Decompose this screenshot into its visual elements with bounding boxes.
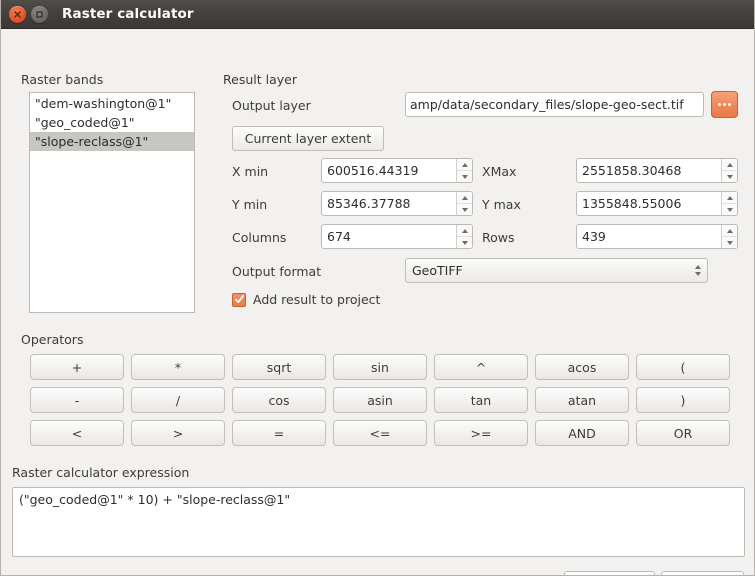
- x-min-spin-buttons[interactable]: [456, 159, 472, 182]
- columns-spin-buttons[interactable]: [456, 225, 472, 248]
- raster-bands-group-label: Raster bands: [21, 72, 104, 87]
- cancel-button[interactable]: Cancel: [564, 571, 655, 575]
- operators-group-label: Operators: [21, 332, 84, 347]
- operator-button-or[interactable]: OR: [636, 420, 730, 446]
- operator-button-acos[interactable]: acos: [535, 354, 629, 380]
- close-icon[interactable]: [9, 5, 26, 23]
- y-min-spin-buttons[interactable]: [456, 192, 472, 215]
- columns-spinbox[interactable]: [321, 224, 473, 249]
- browse-output-button[interactable]: [711, 91, 738, 118]
- y-max-spin-buttons[interactable]: [721, 192, 737, 215]
- rows-input[interactable]: [577, 225, 721, 248]
- operator-button-sin[interactable]: sin: [333, 354, 427, 380]
- add-result-checkbox-row[interactable]: Add result to project: [232, 292, 380, 307]
- ellipsis-dot: [723, 103, 726, 106]
- close-glyph: [14, 10, 21, 18]
- operator-button-asin[interactable]: asin: [333, 387, 427, 413]
- operator-button-tan[interactable]: tan: [434, 387, 528, 413]
- spin-up-icon[interactable]: [457, 159, 472, 171]
- spin-up-icon[interactable]: [722, 192, 737, 204]
- operator-button-cos[interactable]: cos: [232, 387, 326, 413]
- result-layer-group-label: Result layer: [223, 72, 297, 87]
- current-layer-extent-button[interactable]: Current layer extent: [232, 126, 384, 151]
- output-layer-label: Output layer: [232, 98, 311, 113]
- y-max-input[interactable]: [577, 192, 721, 215]
- expression-label: Raster calculator expression: [12, 465, 190, 480]
- check-icon: [234, 294, 244, 304]
- rows-spinbox[interactable]: [576, 224, 738, 249]
- y-max-label: Y max: [482, 197, 521, 212]
- output-format-value: GeoTIFF: [412, 263, 463, 278]
- list-item[interactable]: "dem-washington@1": [30, 94, 194, 113]
- y-min-label: Y min: [232, 197, 268, 212]
- title-bar: Raster calculator: [1, 0, 754, 29]
- operator-button-minus[interactable]: -: [30, 387, 124, 413]
- rows-spin-buttons[interactable]: [721, 225, 737, 248]
- x-max-spinbox[interactable]: [576, 158, 738, 183]
- expression-textarea[interactable]: [12, 487, 745, 557]
- x-max-spin-buttons[interactable]: [721, 159, 737, 182]
- window-title: Raster calculator: [62, 6, 194, 22]
- operator-button-plus[interactable]: +: [30, 354, 124, 380]
- dialog-body: Raster bands "dem-washington@1" "geo_cod…: [1, 29, 754, 575]
- operator-button-sqrt[interactable]: sqrt: [232, 354, 326, 380]
- operator-button-multiply[interactable]: *: [131, 354, 225, 380]
- operator-button-divide[interactable]: /: [131, 387, 225, 413]
- y-min-input[interactable]: [322, 192, 456, 215]
- chevron-updown-icon[interactable]: [695, 259, 701, 282]
- columns-input[interactable]: [322, 225, 456, 248]
- rows-label: Rows: [482, 230, 515, 245]
- spin-down-icon[interactable]: [722, 171, 737, 182]
- ellipsis-dot: [728, 103, 731, 106]
- operator-button-and[interactable]: AND: [535, 420, 629, 446]
- operator-button-less-than[interactable]: <: [30, 420, 124, 446]
- y-min-spinbox[interactable]: [321, 191, 473, 216]
- spin-down-icon[interactable]: [457, 171, 472, 182]
- operator-button-greater-than[interactable]: >: [131, 420, 225, 446]
- ellipsis-dot: [718, 103, 721, 106]
- operator-button-open-paren[interactable]: (: [636, 354, 730, 380]
- operator-button-power[interactable]: ^: [434, 354, 528, 380]
- raster-calculator-window: Raster calculator Raster bands "dem-wash…: [0, 0, 755, 576]
- x-max-label: XMax: [482, 164, 517, 179]
- add-result-checkbox[interactable]: [232, 292, 246, 307]
- operator-button-close-paren[interactable]: ): [636, 387, 730, 413]
- maximize-icon[interactable]: [31, 5, 48, 23]
- output-format-label: Output format: [232, 264, 322, 279]
- maximize-glyph: [36, 10, 43, 18]
- spin-down-icon[interactable]: [457, 237, 472, 248]
- spin-up-icon[interactable]: [457, 192, 472, 204]
- x-min-spinbox[interactable]: [321, 158, 473, 183]
- spin-up-icon[interactable]: [722, 225, 737, 237]
- x-min-label: X min: [232, 164, 269, 179]
- add-result-label: Add result to project: [253, 292, 381, 307]
- spin-down-icon[interactable]: [722, 204, 737, 215]
- operator-button-greater-equal[interactable]: >=: [434, 420, 528, 446]
- spin-up-icon[interactable]: [722, 159, 737, 171]
- x-max-input[interactable]: [577, 159, 721, 182]
- spin-down-icon[interactable]: [722, 237, 737, 248]
- raster-bands-list[interactable]: "dem-washington@1" "geo_coded@1" "slope-…: [29, 92, 195, 313]
- spin-up-icon[interactable]: [457, 225, 472, 237]
- output-format-select[interactable]: GeoTIFF: [405, 258, 708, 283]
- list-item[interactable]: "geo_coded@1": [30, 113, 194, 132]
- y-max-spinbox[interactable]: [576, 191, 738, 216]
- x-min-input[interactable]: [322, 159, 456, 182]
- output-layer-input[interactable]: [405, 92, 704, 117]
- spin-down-icon[interactable]: [457, 204, 472, 215]
- ok-button[interactable]: OK: [661, 571, 744, 575]
- operator-button-less-equal[interactable]: <=: [333, 420, 427, 446]
- list-item[interactable]: "slope-reclass@1": [30, 132, 194, 151]
- operator-button-equals[interactable]: =: [232, 420, 326, 446]
- columns-label: Columns: [232, 230, 287, 245]
- operator-button-atan[interactable]: atan: [535, 387, 629, 413]
